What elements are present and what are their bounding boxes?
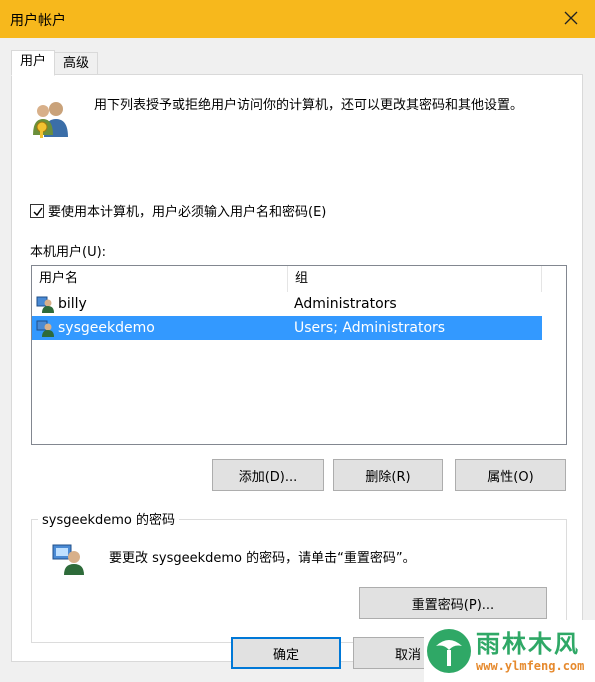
local-users-label: 本机用户(U):: [30, 245, 107, 260]
require-login-option[interactable]: 要使用本计算机，用户必须输入用户名和密码(E): [30, 201, 326, 220]
require-login-checkbox[interactable]: [30, 203, 44, 218]
row-name-cell: sysgeekdemo: [32, 319, 288, 337]
leaf-logo-icon: [427, 629, 471, 673]
users-list[interactable]: 用户名 组 billy Administrators sysgeekdemo U…: [31, 265, 567, 445]
row-name-cell: billy: [32, 295, 288, 313]
tab-advanced[interactable]: 高级: [54, 52, 99, 76]
properties-button[interactable]: 属性(O): [455, 459, 566, 491]
list-header: 用户名 组: [32, 266, 566, 292]
watermark-name: 雨林木风: [476, 630, 580, 658]
tab-strip: 用户 高级: [11, 50, 99, 76]
password-group-title: sysgeekdemo 的密码: [38, 509, 180, 528]
table-row[interactable]: billy Administrators: [32, 292, 566, 316]
require-login-label: 要使用本计算机，用户必须输入用户名和密码(E): [48, 205, 327, 220]
user-group: Administrators: [294, 296, 397, 312]
reset-password-button[interactable]: 重置密码(P)...: [359, 587, 547, 619]
window-title: 用户帐户: [10, 13, 66, 29]
user-group: Users; Administrators: [294, 320, 446, 336]
dialog-client: 用户 高级 用下列表授予或拒绝用户访问你的计算机，还可以更改其密码和其他设置。 …: [0, 38, 595, 682]
title-bar: 用户帐户: [0, 0, 595, 38]
user-name: sysgeekdemo: [58, 320, 155, 336]
user-icon: [36, 296, 54, 313]
remove-user-button[interactable]: 删除(R): [333, 459, 443, 491]
users-icon: [33, 102, 68, 138]
tab-users[interactable]: 用户: [11, 50, 56, 76]
table-row[interactable]: sysgeekdemo Users; Administrators: [32, 316, 542, 340]
user-icon: [36, 320, 54, 337]
users-tab-panel: 用下列表授予或拒绝用户访问你的计算机，还可以更改其密码和其他设置。 要使用本计算…: [11, 74, 583, 662]
user-password-icon: [52, 544, 84, 575]
column-header-group[interactable]: 组: [288, 266, 542, 292]
intro-text: 用下列表授予或拒绝用户访问你的计算机，还可以更改其密码和其他设置。: [94, 98, 524, 113]
user-name: billy: [58, 296, 87, 312]
check-icon: [33, 207, 43, 216]
add-user-button[interactable]: 添加(D)...: [212, 459, 324, 491]
column-header-username[interactable]: 用户名: [32, 266, 288, 292]
watermark: 雨林木风 www.ylmfeng.com: [424, 620, 595, 682]
ok-button[interactable]: 确定: [231, 637, 341, 669]
close-icon[interactable]: [559, 6, 583, 30]
watermark-url: www.ylmfeng.com: [476, 659, 585, 673]
password-instructions: 要更改 sysgeekdemo 的密码，请单击“重置密码”。: [109, 551, 416, 566]
